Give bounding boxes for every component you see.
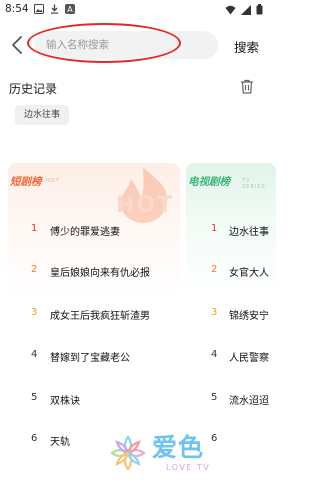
- short-drama-title: 短剧榜: [10, 176, 42, 188]
- rank-title: 边水往事: [229, 227, 269, 238]
- rank-row[interactable]: 4 人民警察: [186, 347, 276, 367]
- tv-drama-subtitle: TV SERIES: [242, 178, 266, 190]
- watermark-subtext: LOVE TV: [166, 463, 211, 472]
- rank-row[interactable]: 4 替嫁到了宝藏老公: [8, 347, 180, 367]
- rank-title: 流水迢迢: [229, 396, 269, 407]
- rank-number: 3: [211, 307, 218, 318]
- wifi-icon: [225, 5, 236, 14]
- image-icon: [34, 4, 44, 14]
- rank-title: 傅少的罪爱逃妻: [50, 227, 120, 238]
- rank-title: 皇后娘娘向来有仇必报: [50, 268, 150, 279]
- download-icon: [51, 4, 58, 14]
- history-title: 历史记录: [9, 82, 58, 96]
- status-time: 8:54: [5, 3, 29, 15]
- search-button[interactable]: 搜索: [234, 37, 259, 56]
- rank-row[interactable]: 2 女官大人: [186, 262, 276, 282]
- rank-row[interactable]: 2 皇后娘娘向来有仇必报: [8, 262, 180, 282]
- signal-icon: [241, 4, 251, 15]
- system-icons: [225, 4, 263, 15]
- hot-badge: HOT: [116, 193, 175, 218]
- rank-number: 1: [211, 223, 218, 234]
- battery-icon: [256, 4, 263, 15]
- status-bar: 8:54 A: [0, 0, 270, 20]
- svg-text:A: A: [67, 5, 73, 14]
- back-arrow-icon[interactable]: [8, 34, 28, 56]
- search-input[interactable]: [46, 31, 206, 59]
- rank-number: 3: [31, 307, 38, 318]
- watermark-text: 爱色: [152, 433, 205, 462]
- rank-row[interactable]: 3 锦绣安宁: [186, 305, 276, 325]
- watermark-logo: 爱色 LOVE TV: [108, 428, 218, 478]
- rank-title: 双株诀: [50, 396, 80, 407]
- rank-number: 5: [31, 392, 38, 403]
- notification-icons: A: [34, 4, 75, 14]
- rank-title: 天轨: [50, 437, 70, 448]
- rank-number: 2: [31, 264, 38, 275]
- rank-title: 锦绣安宁: [229, 311, 269, 322]
- app-a-icon: A: [65, 4, 75, 14]
- tv-drama-title: 电视剧榜: [188, 176, 230, 188]
- rank-row[interactable]: 5 流水迢迢: [186, 390, 276, 410]
- rank-row[interactable]: 3 成女王后我疯狂斩渣男: [8, 305, 180, 325]
- rank-title: 替嫁到了宝藏老公: [50, 353, 130, 364]
- rank-number: 5: [211, 392, 218, 403]
- rank-number: 6: [31, 433, 38, 444]
- rank-number: 1: [31, 223, 38, 234]
- rank-row[interactable]: 1 傅少的罪爱逃妻: [8, 221, 180, 241]
- rank-title: 成女王后我疯狂斩渣男: [50, 311, 150, 322]
- rank-row[interactable]: 5 双株诀: [8, 390, 180, 410]
- search-bar[interactable]: [34, 31, 218, 59]
- trash-icon[interactable]: [240, 79, 254, 94]
- rank-number: 4: [31, 349, 38, 360]
- short-drama-subtitle: HOT: [46, 178, 60, 184]
- flower-logo-icon: [110, 435, 146, 471]
- history-chip[interactable]: 边水往事: [15, 105, 70, 125]
- rank-number: 2: [211, 264, 218, 275]
- rank-row[interactable]: 1 边水往事: [186, 221, 276, 241]
- rank-title: 女官大人: [229, 268, 269, 279]
- rank-title: 人民警察: [229, 353, 269, 364]
- rank-number: 4: [211, 349, 218, 360]
